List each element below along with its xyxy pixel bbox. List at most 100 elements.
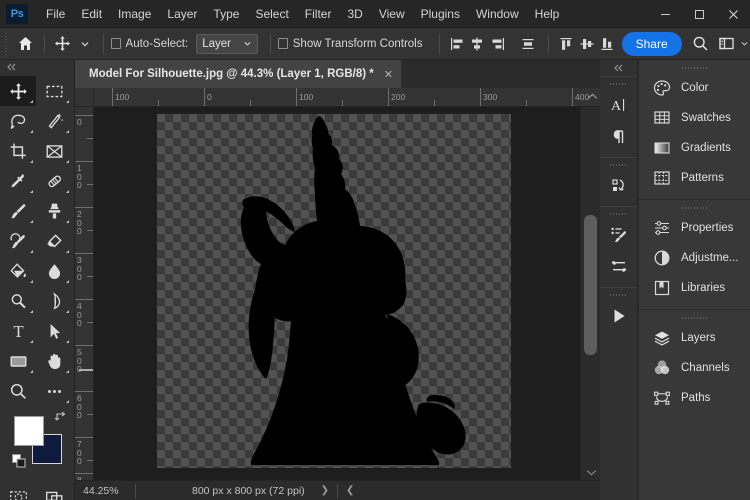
path-selection-tool[interactable] [36, 316, 72, 346]
ruler-corner[interactable] [75, 88, 94, 107]
menu-3d[interactable]: 3D [339, 3, 370, 25]
auto-select-target-dropdown[interactable]: Layer [196, 33, 259, 54]
panel-drag-handle[interactable] [681, 65, 708, 71]
distribute-horizontally-icon[interactable] [518, 32, 538, 56]
rectangular-marquee-tool[interactable] [36, 76, 72, 106]
foreground-color-swatch[interactable] [14, 416, 44, 446]
align-top-edges-icon[interactable] [556, 32, 576, 56]
home-icon[interactable] [15, 31, 37, 57]
align-bottom-edges-icon[interactable] [597, 32, 617, 56]
brush-settings-icon[interactable] [600, 219, 638, 251]
menu-select[interactable]: Select [247, 3, 296, 25]
move-tool[interactable] [0, 76, 36, 106]
panel-item-layers[interactable]: Layers [639, 323, 750, 353]
swap-colors-icon[interactable] [54, 410, 67, 426]
share-button[interactable]: Share [621, 31, 682, 56]
chevron-down-icon[interactable] [581, 468, 601, 478]
image-canvas[interactable] [157, 114, 511, 468]
character-A-icon[interactable]: A [600, 89, 638, 121]
paragraph-pilcrow-icon[interactable] [600, 121, 638, 153]
vertical-scrollbar-thumb[interactable] [584, 215, 597, 355]
magic-wand-tool[interactable] [36, 106, 72, 136]
menu-file[interactable]: File [38, 3, 73, 25]
panel-item-channels[interactable]: Channels [639, 353, 750, 383]
panel-drag-handle[interactable] [681, 315, 708, 321]
workspace-switcher-icon[interactable] [716, 31, 738, 57]
panel-drag-handle[interactable] [609, 162, 628, 168]
move-tool-icon[interactable] [52, 31, 74, 57]
close-icon[interactable]: ✕ [384, 68, 393, 81]
show-transform-controls-checkbox[interactable] [278, 38, 288, 49]
brush-presets-icon[interactable] [600, 251, 638, 283]
panel-item-color[interactable]: Color [639, 73, 750, 103]
zoom-level[interactable]: 44.25% [75, 485, 135, 497]
chevron-right-icon[interactable]: ❯ [313, 485, 337, 496]
play-icon[interactable] [600, 300, 638, 332]
align-vertical-centers-icon[interactable] [577, 32, 597, 56]
screen-mode-icon[interactable] [36, 482, 72, 500]
vertical-scrollbar[interactable] [580, 107, 600, 480]
panel-item-swatches[interactable]: Swatches [639, 103, 750, 133]
type-tool[interactable]: T [0, 316, 36, 346]
panel-item-paths[interactable]: Paths [639, 383, 750, 413]
menu-help[interactable]: Help [527, 3, 568, 25]
menu-image[interactable]: Image [110, 3, 159, 25]
menu-plugins[interactable]: Plugins [413, 3, 468, 25]
crop-tool[interactable] [0, 136, 36, 166]
vertical-ruler[interactable]: 0 100 200 300 400 500 600 700 800 [75, 107, 94, 500]
menu-window[interactable]: Window [468, 3, 527, 25]
history-icon[interactable] [600, 170, 638, 202]
gradient-tool[interactable] [0, 256, 36, 286]
default-colors-icon[interactable] [12, 454, 26, 473]
blur-tool[interactable] [36, 256, 72, 286]
collapse-panel-icon[interactable] [0, 60, 74, 74]
eyedropper-tool[interactable] [0, 166, 36, 196]
panel-item-libraries[interactable]: Libraries [639, 273, 750, 303]
hand-tool[interactable] [36, 346, 72, 376]
align-horizontal-centers-icon[interactable] [467, 32, 487, 56]
document-tab[interactable]: Model For Silhouette.jpg @ 44.3% (Layer … [75, 60, 402, 88]
menu-layer[interactable]: Layer [159, 3, 205, 25]
panel-drag-handle[interactable] [609, 211, 628, 217]
tool-preset-chevron-icon[interactable] [74, 31, 96, 57]
chevron-left-icon[interactable]: ❮ [338, 485, 362, 496]
chevron-up-icon[interactable] [587, 92, 598, 102]
align-right-edges-icon[interactable] [487, 32, 507, 56]
chevron-down-icon[interactable] [738, 31, 750, 57]
menu-filter[interactable]: Filter [297, 3, 340, 25]
panel-drag-handle[interactable] [609, 81, 628, 87]
menu-edit[interactable]: Edit [73, 3, 110, 25]
auto-select-checkbox[interactable] [110, 38, 121, 49]
options-bar-grip[interactable] [2, 32, 11, 55]
panel-item-properties[interactable]: Properties [639, 213, 750, 243]
menu-view[interactable]: View [371, 3, 413, 25]
edit-toolbar-button[interactable] [36, 376, 72, 406]
clone-stamp-tool[interactable] [36, 196, 72, 226]
panel-item-adjustments[interactable]: Adjustme... [639, 243, 750, 273]
close-button[interactable] [716, 0, 750, 28]
eraser-tool[interactable] [36, 226, 72, 256]
pen-tool[interactable] [36, 286, 72, 316]
panel-drag-handle[interactable] [681, 205, 708, 211]
frame-tool[interactable] [36, 136, 72, 166]
collapse-panel-icon[interactable] [600, 60, 637, 76]
panel-item-patterns[interactable]: Patterns [639, 163, 750, 193]
horizontal-ruler[interactable]: 100 0 100 200 300 400 500 600 [94, 88, 600, 107]
healing-brush-tool[interactable] [36, 166, 72, 196]
panel-item-gradients[interactable]: Gradients [639, 133, 750, 163]
brush-tool[interactable] [0, 196, 36, 226]
maximize-button[interactable] [682, 0, 716, 28]
menu-type[interactable]: Type [205, 3, 247, 25]
document-dimensions: 800 px x 800 px (72 ppi) [192, 484, 305, 497]
search-icon[interactable] [690, 31, 712, 57]
lasso-tool[interactable] [0, 106, 36, 136]
quick-mask-icon[interactable] [0, 482, 36, 500]
zoom-tool[interactable] [0, 376, 36, 406]
history-brush-tool[interactable] [0, 226, 36, 256]
dodge-tool[interactable] [0, 286, 36, 316]
canvas-viewport[interactable] [94, 107, 580, 480]
align-left-edges-icon[interactable] [446, 32, 466, 56]
rectangle-tool[interactable] [0, 346, 36, 376]
minimize-button[interactable] [648, 0, 682, 28]
panel-drag-handle[interactable] [609, 292, 628, 298]
